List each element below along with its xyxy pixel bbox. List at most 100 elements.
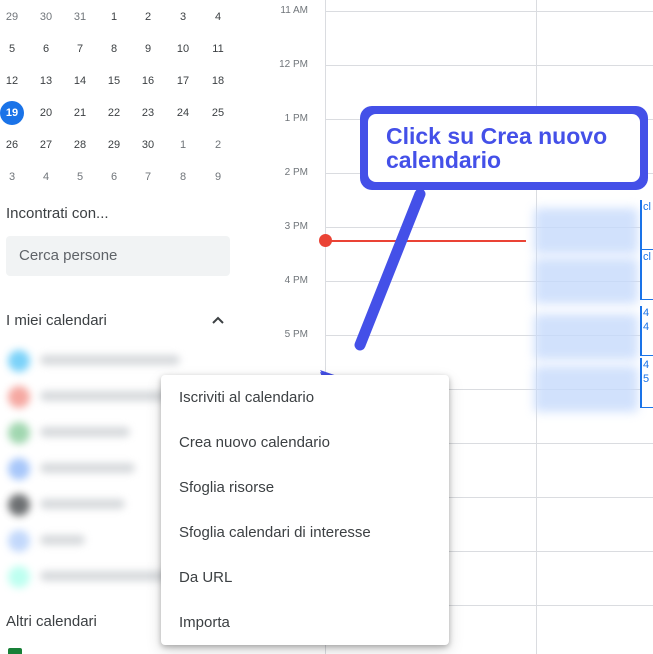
calendar-name-redacted	[40, 535, 85, 545]
mini-calendar-day[interactable]: 20	[34, 101, 58, 125]
calendar-list-item[interactable]	[6, 420, 176, 444]
calendar-color-chip	[8, 566, 30, 588]
mini-calendar-day[interactable]: 15	[102, 69, 126, 93]
calendar-list-item[interactable]	[6, 492, 176, 516]
mini-calendar-day[interactable]: 22	[102, 101, 126, 125]
mini-calendar-day[interactable]: 1	[171, 133, 195, 157]
mini-calendar-day[interactable]: 27	[34, 133, 58, 157]
menu-item-from-url[interactable]: Da URL	[161, 555, 449, 600]
other-calendars-title[interactable]: Altri calendari	[6, 613, 97, 630]
mini-calendar-day[interactable]: 16	[136, 69, 160, 93]
event-edge[interactable]: 4 5	[640, 358, 653, 408]
current-time-dot	[319, 234, 332, 247]
calendar-list-item[interactable]	[6, 348, 180, 372]
my-calendars-title[interactable]: I miei calendari	[6, 312, 107, 329]
mini-calendar-day[interactable]: 23	[136, 101, 160, 125]
time-label: 4 PM	[284, 275, 308, 286]
mini-calendar-week: 19 20 21 22 23 24 25	[0, 97, 238, 129]
event-redacted[interactable]	[534, 208, 638, 254]
mini-calendar-day[interactable]: 17	[171, 69, 195, 93]
mini-calendar-day[interactable]: 30	[136, 133, 160, 157]
mini-calendar-day[interactable]: 31	[68, 5, 92, 29]
mini-calendar-day[interactable]: 11	[206, 37, 230, 61]
mini-calendar-day[interactable]: 21	[68, 101, 92, 125]
calendar-list-item[interactable]	[6, 528, 176, 552]
mini-calendar-day[interactable]: 3	[0, 165, 24, 189]
mini-calendar-day[interactable]: 1	[102, 5, 126, 29]
mini-calendar-today[interactable]: 19	[0, 101, 24, 125]
calendar-color-chip	[8, 458, 30, 480]
event-redacted[interactable]	[534, 258, 638, 304]
mini-calendar-day[interactable]: 13	[34, 69, 58, 93]
mini-calendar-day[interactable]: 26	[0, 133, 24, 157]
event-redacted[interactable]	[534, 366, 638, 412]
mini-calendar-day[interactable]: 7	[68, 37, 92, 61]
mini-calendar-day[interactable]: 6	[102, 165, 126, 189]
mini-calendar-day[interactable]: 8	[102, 37, 126, 61]
calendar-name-redacted	[40, 391, 170, 401]
event-edge[interactable]: 4 4	[640, 306, 653, 356]
menu-item-subscribe[interactable]: Iscriviti al calendario	[161, 375, 449, 420]
hour-line	[326, 11, 653, 12]
mini-calendar-day[interactable]: 25	[206, 101, 230, 125]
mini-calendar-day[interactable]: 4	[34, 165, 58, 189]
calendar-name-redacted	[40, 427, 130, 437]
menu-item-browse-interesting[interactable]: Sfoglia calendari di interesse	[161, 510, 449, 555]
chevron-up-icon[interactable]	[209, 312, 227, 330]
calendar-color-chip	[8, 422, 30, 444]
mini-calendar-day[interactable]: 30	[34, 5, 58, 29]
mini-calendar-day[interactable]: 28	[68, 133, 92, 157]
mini-calendar-day[interactable]: 3	[171, 5, 195, 29]
mini-calendar-day[interactable]: 2	[206, 133, 230, 157]
mini-calendar-day[interactable]: 29	[0, 5, 24, 29]
mini-calendar-day[interactable]: 8	[171, 165, 195, 189]
mini-calendar-week: 12 13 14 15 16 17 18	[0, 65, 238, 97]
hour-line	[326, 65, 653, 66]
time-label: 1 PM	[284, 113, 308, 124]
menu-item-create-calendar[interactable]: Crea nuovo calendario	[161, 420, 449, 465]
mini-calendar-day[interactable]: 10	[171, 37, 195, 61]
calendar-color-chip	[8, 494, 30, 516]
calendar-name-redacted	[40, 499, 125, 509]
mini-calendar-day[interactable]: 24	[171, 101, 195, 125]
mini-calendar-day[interactable]: 4	[206, 5, 230, 29]
callout-text: Click su Crea nuovo calendario	[368, 114, 640, 182]
mini-calendar-day[interactable]: 6	[34, 37, 58, 61]
calendar-list-item[interactable]	[6, 564, 176, 588]
calendar-name-redacted	[40, 463, 135, 473]
mini-calendar-day[interactable]: 9	[206, 165, 230, 189]
event-edge[interactable]: cl	[640, 200, 653, 250]
mini-calendar-day[interactable]: 12	[0, 69, 24, 93]
calendar-color-chip	[8, 530, 30, 552]
calendar-list-item[interactable]	[6, 456, 176, 480]
event-redacted[interactable]	[534, 314, 638, 360]
instruction-callout: Click su Crea nuovo calendario	[360, 106, 648, 190]
menu-item-browse-resources[interactable]: Sfoglia risorse	[161, 465, 449, 510]
event-edge[interactable]: cl	[640, 250, 653, 300]
menu-item-import[interactable]: Importa	[161, 600, 449, 645]
mini-calendar-day[interactable]: 14	[68, 69, 92, 93]
time-label: 5 PM	[284, 329, 308, 340]
mini-calendar-day[interactable]: 7	[136, 165, 160, 189]
calendar-name-redacted	[40, 355, 180, 365]
calendar-list-item[interactable]	[6, 384, 176, 408]
calendar-color-chip	[8, 350, 30, 372]
other-calendar-color-chip	[8, 648, 22, 654]
mini-calendar-week: 29 30 31 1 2 3 4	[0, 1, 238, 33]
time-label: 2 PM	[284, 167, 308, 178]
search-people-input[interactable]: Cerca persone	[6, 236, 230, 276]
mini-calendar-day[interactable]: 29	[102, 133, 126, 157]
mini-calendar-day[interactable]: 5	[68, 165, 92, 189]
calendar-color-chip	[8, 386, 30, 408]
mini-calendar-day[interactable]: 18	[206, 69, 230, 93]
mini-calendar-day[interactable]: 5	[0, 37, 24, 61]
mini-calendar-day[interactable]: 2	[136, 5, 160, 29]
add-calendar-menu: Iscriviti al calendario Crea nuovo calen…	[161, 375, 449, 645]
time-label: 3 PM	[284, 221, 308, 232]
mini-calendar-week: 5 6 7 8 9 10 11	[0, 33, 238, 65]
mini-calendar-week: 3456789	[0, 161, 238, 193]
mini-calendar-day[interactable]: 9	[136, 37, 160, 61]
time-label: 12 PM	[279, 59, 308, 70]
time-label: 11 AM	[280, 5, 308, 16]
current-time-line	[326, 240, 526, 242]
